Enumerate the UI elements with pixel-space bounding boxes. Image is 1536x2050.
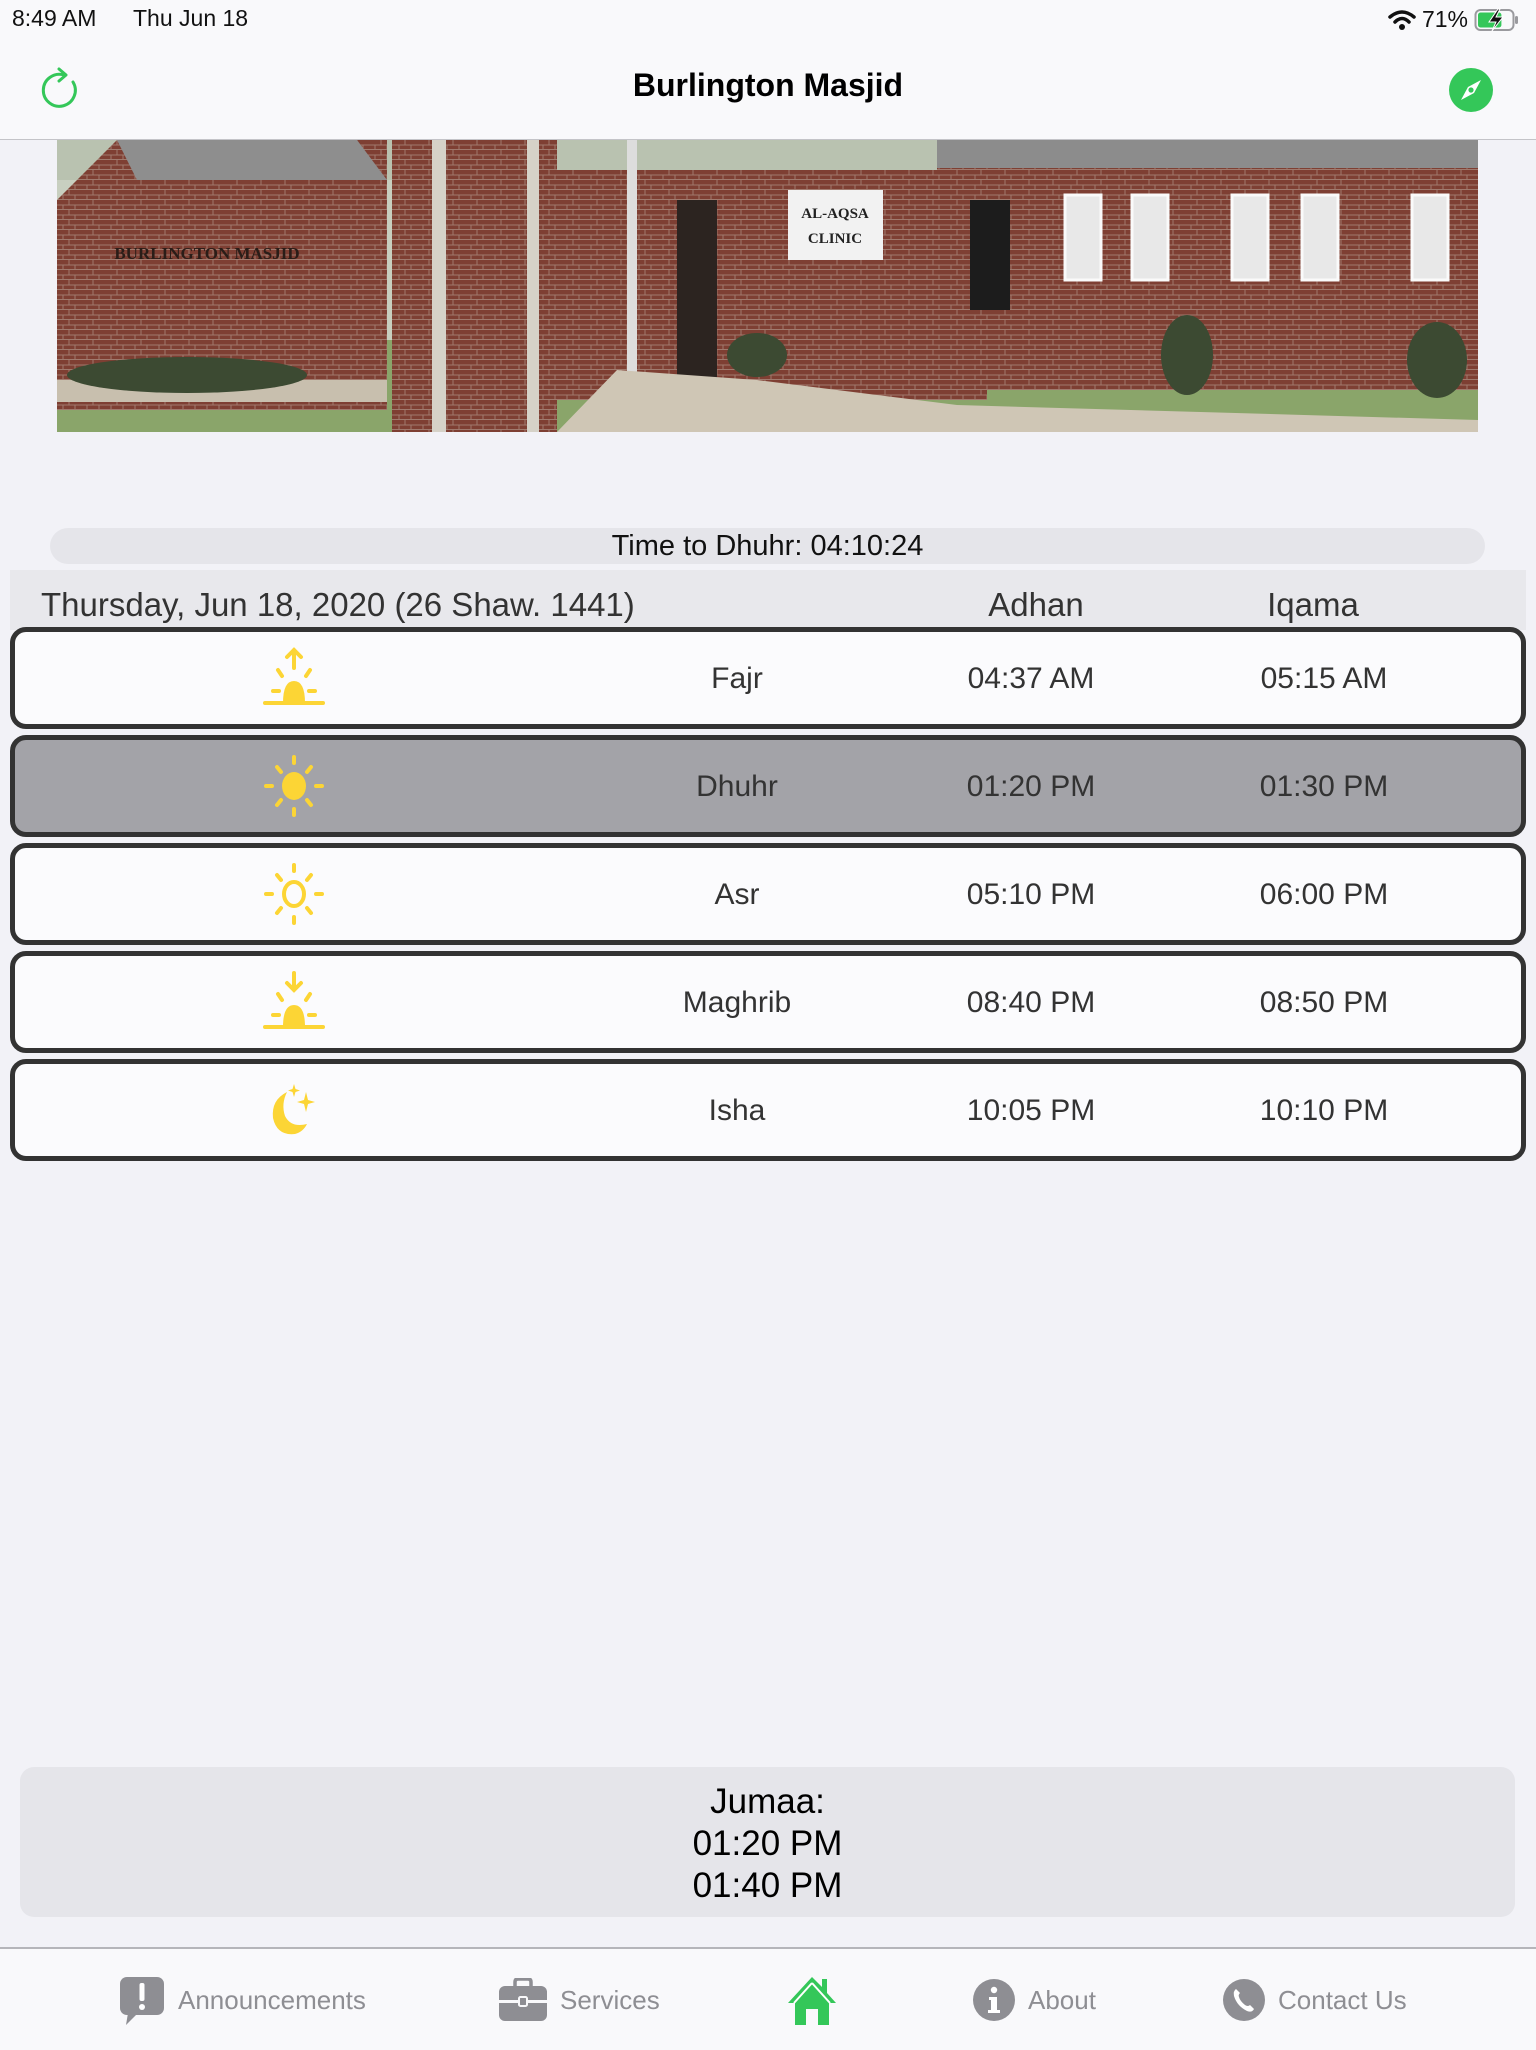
wifi-icon: [1388, 9, 1416, 30]
status-time: 8:49 AM: [12, 5, 97, 31]
iqama-time: 01:30 PM: [1259, 770, 1389, 803]
status-right: 71%: [1388, 6, 1520, 33]
sign-clinic: CLINIC: [808, 231, 862, 247]
tab-label: Announcements: [178, 1984, 366, 2015]
adhan-time: 10:05 PM: [966, 1094, 1096, 1127]
battery-charging-icon: [1474, 8, 1518, 31]
jumaa-time-2: 01:40 PM: [692, 1866, 843, 1905]
sunset-icon: [263, 971, 325, 1029]
moon-stars-icon: [272, 1084, 315, 1135]
prayer-name: Asr: [714, 878, 760, 911]
table-header: Thursday, Jun 18, 2020 (26 Shaw. 1441) A…: [10, 570, 1526, 630]
adhan-time: 01:20 PM: [966, 770, 1096, 803]
prayer-name: Dhuhr: [696, 770, 778, 803]
prayer-row-isha[interactable]: Isha 10:05 PM 10:10 PM: [10, 1059, 1526, 1161]
battery-percent: 71%: [1421, 6, 1468, 32]
prayer-row-maghrib[interactable]: Maghrib 08:40 PM 08:50 PM: [10, 951, 1526, 1053]
phone-icon: [1223, 1979, 1265, 2021]
iqama-time: 10:10 PM: [1259, 1094, 1389, 1127]
tab-services[interactable]: Services: [498, 1975, 660, 2025]
prayer-row-fajr[interactable]: Fajr 04:37 AM 05:15 AM: [10, 627, 1526, 729]
announcement-icon: [120, 1977, 164, 2025]
adhan-time: 04:37 AM: [967, 662, 1095, 695]
prayer-row-dhuhr[interactable]: Dhuhr 01:20 PM 01:30 PM: [10, 735, 1526, 837]
navigation-bar: Burlington Masjid: [0, 40, 1536, 140]
sun-filled-icon: [264, 755, 324, 817]
sunrise-icon: [263, 647, 325, 705]
prayer-name: Fajr: [711, 662, 763, 695]
status-bar: 8:49 AM Thu Jun 18 71%: [0, 0, 1536, 40]
prayer-row-asr[interactable]: Asr 05:10 PM 06:00 PM: [10, 843, 1526, 945]
jumaa-label: Jumaa:: [710, 1782, 825, 1821]
prayer-times-list: Fajr 04:37 AM 05:15 AM Dhuhr 01:20 PM 01…: [10, 627, 1526, 1167]
tab-contact-us[interactable]: Contact Us: [1222, 1975, 1407, 2025]
column-header-iqama: Iqama: [1267, 586, 1359, 623]
status-date: Thu Jun 18: [133, 5, 249, 31]
compass-icon[interactable]: [1449, 68, 1493, 112]
masjid-photo: AL-AQSA CLINIC BURLINGTON MASJID: [57, 140, 1478, 432]
sun-outline-icon: [264, 863, 324, 925]
info-icon: [973, 1979, 1015, 2021]
iqama-time: 05:15 AM: [1260, 662, 1388, 695]
home-icon: [788, 1977, 836, 2025]
tab-label: About: [1028, 1984, 1096, 2015]
iqama-time: 06:00 PM: [1259, 878, 1389, 911]
iqama-time: 08:50 PM: [1259, 986, 1389, 1019]
tab-home[interactable]: [786, 1975, 838, 2025]
jumaa-box: Jumaa: 01:20 PM 01:40 PM: [20, 1767, 1515, 1917]
tab-bar: Announcements Services About Contact Us: [0, 1947, 1536, 2050]
tab-about[interactable]: About: [972, 1975, 1096, 2025]
date-label: Thursday, Jun 18, 2020 (26 Shaw. 1441): [41, 586, 635, 623]
tab-label: Services: [560, 1984, 660, 2015]
adhan-time: 08:40 PM: [966, 986, 1096, 1019]
sign-burlington-masjid: BURLINGTON MASJID: [114, 244, 299, 263]
adhan-time: 05:10 PM: [966, 878, 1096, 911]
jumaa-time-1: 01:20 PM: [692, 1824, 843, 1863]
countdown-pill: Time to Dhuhr: 04:10:24: [50, 528, 1485, 564]
sign-al-aqsa: AL-AQSA: [801, 206, 869, 222]
masjid-photo-illustration: AL-AQSA CLINIC BURLINGTON MASJID: [57, 140, 1478, 432]
column-header-adhan: Adhan: [988, 586, 1084, 623]
briefcase-icon: [499, 1978, 547, 2021]
prayer-name: Maghrib: [682, 986, 792, 1019]
tab-label: Contact Us: [1278, 1984, 1407, 2015]
countdown-text: Time to Dhuhr: 04:10:24: [611, 530, 924, 562]
prayer-name: Isha: [708, 1094, 766, 1127]
tab-announcements[interactable]: Announcements: [118, 1975, 366, 2025]
page-title: Burlington Masjid: [632, 67, 904, 103]
